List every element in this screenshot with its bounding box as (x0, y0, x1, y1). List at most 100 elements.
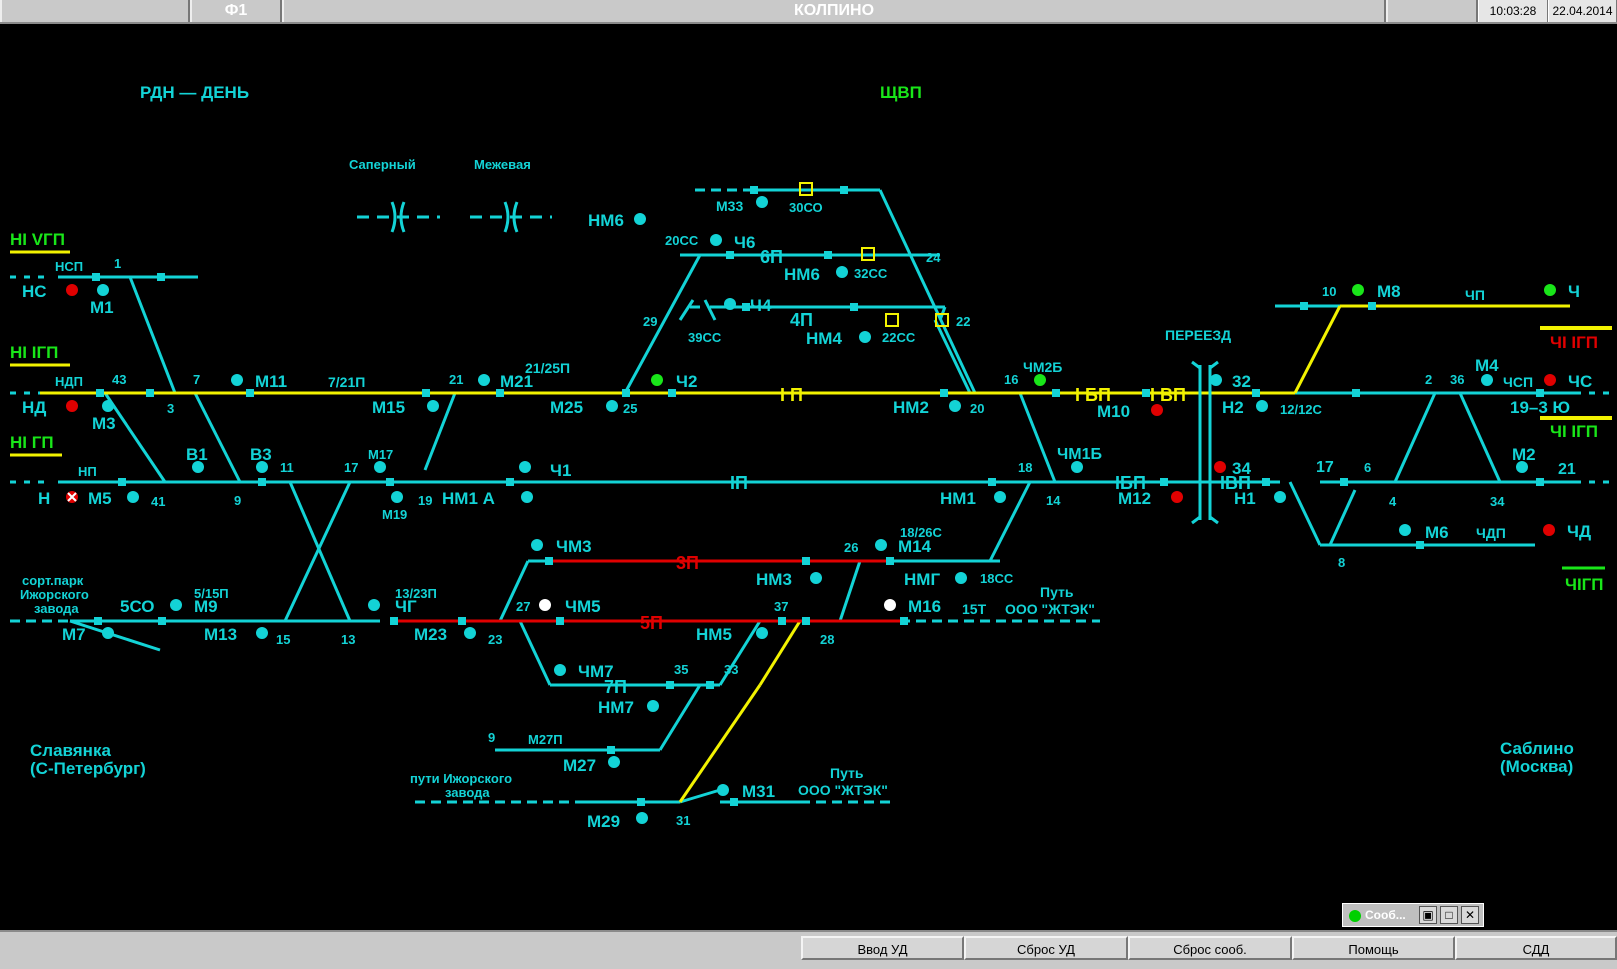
sw-5-15p: 5/15П (194, 586, 229, 601)
sig-chm5: ЧМ5 (565, 597, 601, 616)
sig-nmg: НМГ (904, 570, 940, 589)
sw-10: 10 (1322, 284, 1336, 299)
close-icon[interactable]: ✕ (1461, 906, 1479, 924)
sig-m27: М27 (563, 756, 596, 775)
sw-11: 11 (280, 460, 294, 475)
sig-nm6-b: НМ6 (784, 265, 820, 284)
red-tracks (390, 559, 900, 623)
sig-m19: М19 (382, 507, 407, 522)
track-chi-igp-green: ЧI IГП (1550, 422, 1598, 441)
track-3p: 3П (676, 553, 699, 573)
sw-13: 13 (341, 632, 355, 647)
sdd-button[interactable]: СДД (1455, 936, 1617, 960)
sw-41: 41 (151, 494, 165, 509)
signal-h-failed-icon (66, 491, 78, 503)
sw-20cc: 20СС (665, 233, 699, 248)
station-title: КОЛПИНО (282, 0, 1386, 22)
sw-24: 24 (926, 250, 941, 265)
put-2a: Путь (830, 765, 864, 781)
sbros-ud-button[interactable]: Сброс УД (964, 936, 1128, 960)
shchvp-label: ЩВП (880, 83, 922, 102)
help-button[interactable]: Помощь (1292, 936, 1455, 960)
sig-ch1: Ч1 (550, 461, 571, 480)
sig-chm3: ЧМ3 (556, 537, 592, 556)
track-nsp: НСП (55, 259, 83, 274)
izhorsk-2: завода (445, 785, 490, 800)
track-hi-vgp: НI VГП (10, 230, 65, 249)
sw-28: 28 (820, 632, 834, 647)
track-6p: 6П (760, 247, 783, 267)
sig-chm7: ЧМ7 (578, 662, 614, 681)
sig-m29: М29 (587, 812, 620, 831)
maximize-icon[interactable]: □ (1440, 906, 1458, 924)
sig-m1: М1 (90, 298, 114, 317)
sig-ch4: Ч4 (750, 296, 772, 315)
sw-18cc: 18СС (980, 571, 1014, 586)
sw-43: 43 (112, 372, 126, 387)
top-blank-cell-2 (1386, 0, 1478, 22)
minimize-icon[interactable]: ▣ (1419, 906, 1437, 924)
sw-23: 23 (488, 632, 502, 647)
mezhevaya-label: Межевая (474, 157, 531, 172)
sw-20: 20 (970, 401, 984, 416)
sig-ch6: Ч6 (734, 233, 755, 252)
track-5p: 5П (640, 613, 663, 633)
sig-ch: Ч (1568, 282, 1580, 301)
sw-9b: 9 (488, 730, 495, 745)
sig-chm1b: ЧМ1Б (1057, 446, 1102, 463)
sig-m13: М13 (204, 625, 237, 644)
track-1p: I П (780, 385, 803, 405)
sw-30co: 30СО (789, 200, 823, 215)
sw-7-21p: 7/21П (328, 374, 365, 390)
sig-v1: В1 (186, 445, 208, 464)
sw-16: 16 (1004, 372, 1018, 387)
sig-m23: М23 (414, 625, 447, 644)
clock-date: 22.04.2014 (1548, 0, 1617, 22)
sig-m2: М2 (1512, 445, 1536, 464)
sig-m7: М7 (62, 625, 86, 644)
sig-h2: Н2 (1222, 398, 1244, 417)
sig-34: 34 (1232, 459, 1251, 478)
sig-nm1a: НМ1 А (442, 489, 495, 508)
sig-nm3: НМ3 (756, 570, 792, 589)
track-hi-gp: НI ГП (10, 433, 54, 452)
sig-nd: НД (22, 398, 46, 417)
track-15t: 15Т (962, 601, 987, 617)
top-bar: Ф1 КОЛПИНО 10:03:28 22.04.2014 (0, 0, 1617, 24)
sw-13-23p: 13/23П (395, 586, 437, 601)
sig-nm7: НМ7 (598, 698, 634, 717)
track-np: НП (78, 464, 97, 479)
put-1a: Путь (1040, 584, 1074, 600)
track-chp: ЧП (1465, 287, 1485, 303)
izhorsk-1: пути Ижорского (410, 771, 512, 786)
sig-nm4: НМ4 (806, 329, 842, 348)
sbros-soob-button[interactable]: Сброс сооб. (1128, 936, 1292, 960)
sig-m8: М8 (1377, 282, 1401, 301)
sig-h1: Н1 (1234, 489, 1256, 508)
sw-36: 36 (1450, 372, 1464, 387)
put-1b: ООО "ЖТЭК" (1005, 601, 1095, 617)
sw-2: 2 (1425, 372, 1432, 387)
message-window[interactable]: Сооб... ▣ □ ✕ (1342, 903, 1484, 927)
sig-nm2: НМ2 (893, 398, 929, 417)
mode-label: РДН — ДЕНЬ (140, 83, 249, 102)
sw-27: 27 (516, 599, 530, 614)
sig-m5: М5 (88, 489, 112, 508)
sw-18-26c: 18/26С (900, 525, 943, 540)
sw-34: 34 (1490, 494, 1505, 509)
sablino-label-1: Саблино (1500, 739, 1574, 758)
sig-chm2b: ЧМ2Б (1023, 359, 1062, 375)
track-chigp: ЧIГП (1565, 575, 1604, 594)
vvod-ud-button[interactable]: Ввод УД (801, 936, 964, 960)
status-icon (1349, 910, 1361, 922)
clock-time: 10:03:28 (1478, 0, 1548, 22)
slavyanka-label-2: (С-Петербург) (30, 759, 146, 778)
sig-m4: М4 (1475, 356, 1499, 375)
sw-39cc: 39СС (688, 330, 722, 345)
sig-m33: М33 (716, 198, 743, 214)
sig-m31: М31 (742, 782, 775, 801)
sig-5so: 5СО (120, 597, 155, 616)
sw-17r: 17 (1316, 459, 1334, 476)
slavyanka-label-1: Славянка (30, 741, 111, 760)
sig-chd: ЧД (1567, 522, 1591, 541)
